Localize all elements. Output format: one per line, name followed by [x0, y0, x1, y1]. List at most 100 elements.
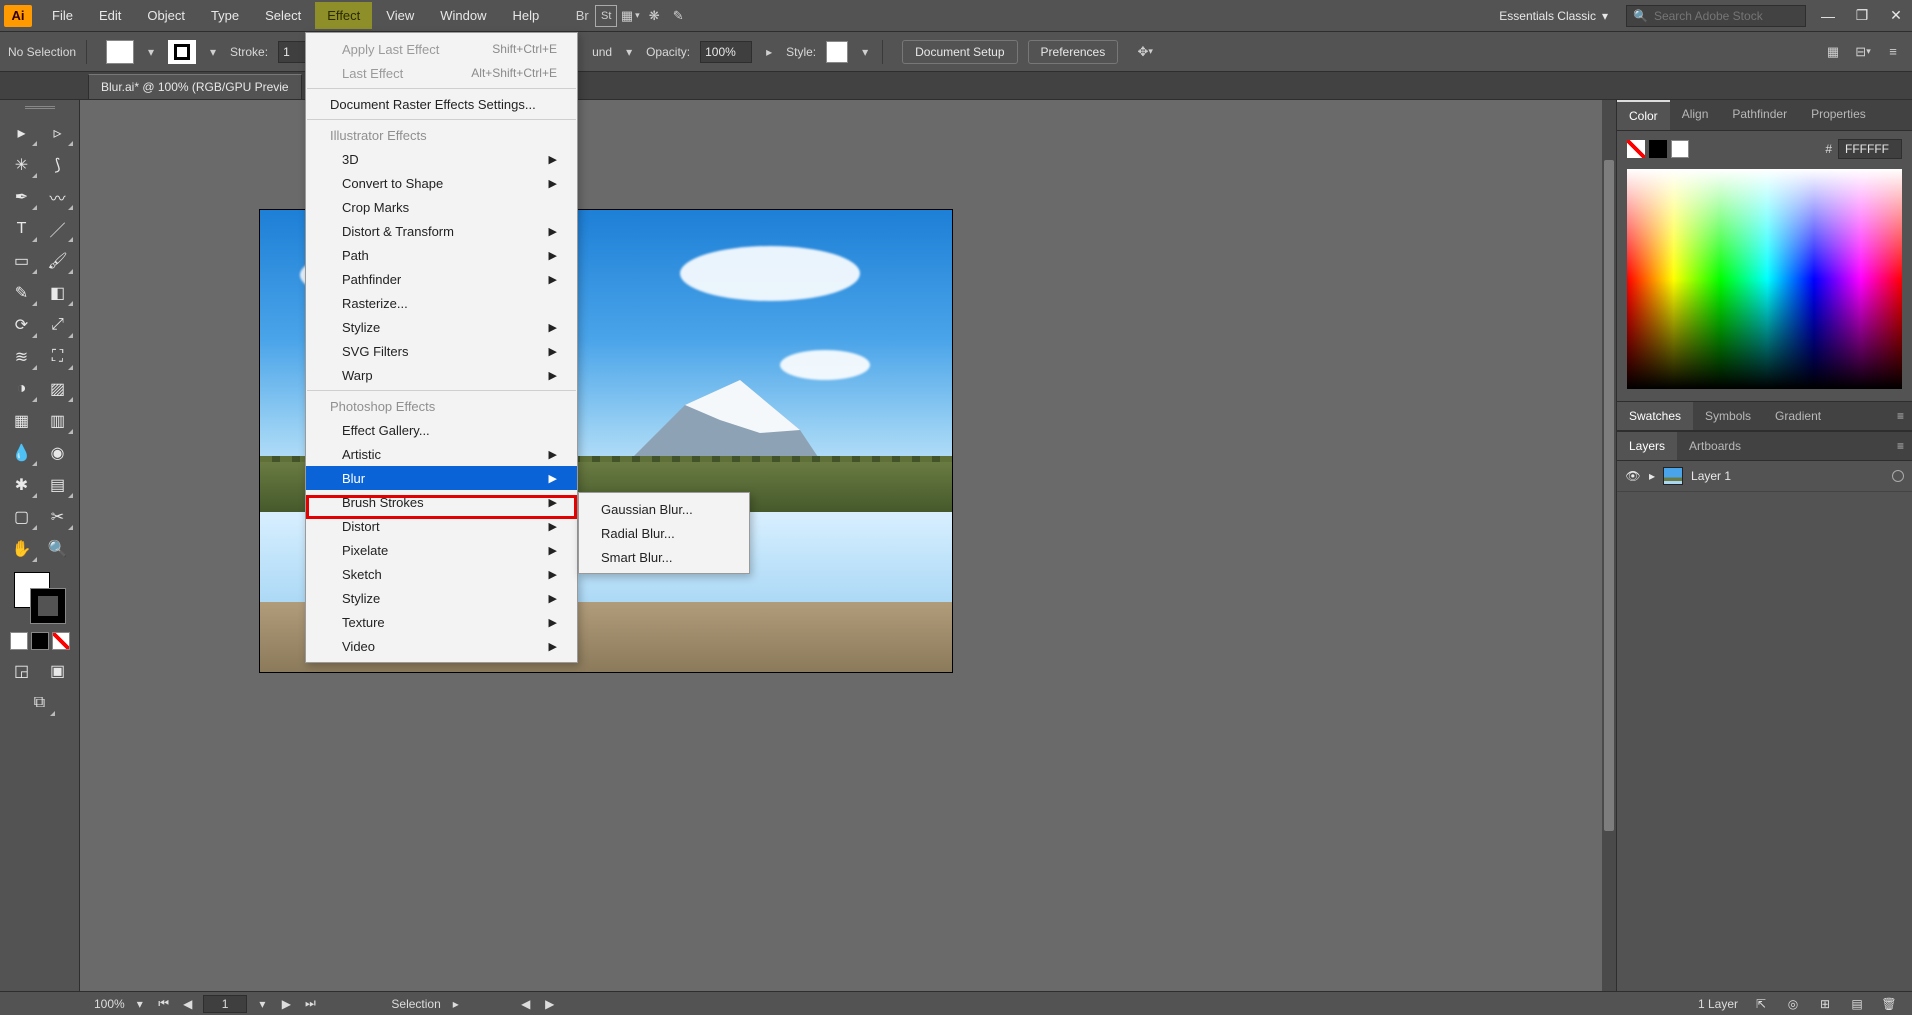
stroke-proxy[interactable]	[30, 588, 66, 624]
visibility-icon[interactable]: 👁	[1625, 469, 1641, 483]
mi-radial-blur[interactable]: Radial Blur...	[579, 521, 749, 545]
tool-symbol-sprayer[interactable]: ✱	[5, 470, 39, 500]
mi-gaussian-blur[interactable]: Gaussian Blur...	[579, 497, 749, 521]
tool-curvature[interactable]: 〰	[41, 182, 75, 212]
truncated-drop[interactable]: ▾	[622, 45, 636, 59]
gpu-icon[interactable]: ❋	[643, 5, 665, 27]
tool-mesh[interactable]: ▦	[5, 406, 39, 436]
transform-panel-icon[interactable]: ▦	[1822, 41, 1844, 63]
panel-menu-icon[interactable]: ≡	[1889, 432, 1912, 460]
tool-zoom[interactable]: 🔍	[41, 534, 75, 564]
tool-free-transform[interactable]: ⛶	[41, 342, 75, 372]
document-tab[interactable]: Blur.ai* @ 100% (RGB/GPU Previe	[88, 74, 302, 99]
workspace-switcher[interactable]: Essentials Classic ▾	[1491, 5, 1616, 27]
color-swatch-black[interactable]	[1649, 140, 1667, 158]
transform-pivot-icon[interactable]: ✥▾	[1134, 41, 1156, 63]
align-panel-icon[interactable]: ⊟▾	[1852, 41, 1874, 63]
tool-shaper[interactable]: ✎	[5, 278, 39, 308]
menu-select[interactable]: Select	[253, 2, 313, 29]
layer-target-icon[interactable]	[1892, 470, 1904, 482]
document-setup-button[interactable]: Document Setup	[902, 40, 1017, 64]
arrange-docs-icon[interactable]: ▦▾	[619, 5, 641, 27]
mi-smart-blur[interactable]: Smart Blur...	[579, 545, 749, 569]
hscroll-right[interactable]: ▶	[541, 997, 559, 1011]
mi-stylize-illustrator[interactable]: Stylize▶	[306, 315, 577, 339]
tool-pen[interactable]: ✒	[5, 182, 39, 212]
hex-field[interactable]: FFFFFF	[1838, 139, 1902, 159]
control-bar-menu-icon[interactable]: ≡	[1882, 41, 1904, 63]
tool-scale[interactable]: ⤢	[41, 310, 75, 340]
zoom-field[interactable]: 100%	[94, 997, 125, 1011]
mi-path[interactable]: Path▶	[306, 243, 577, 267]
tab-align[interactable]: Align	[1670, 100, 1721, 130]
preferences-button[interactable]: Preferences	[1028, 40, 1119, 64]
mi-svg-filters[interactable]: SVG Filters▶	[306, 339, 577, 363]
color-mode-gradient[interactable]	[31, 632, 49, 650]
vertical-scrollbar[interactable]	[1602, 100, 1616, 991]
tool-blend[interactable]: ◉	[41, 438, 75, 468]
mi-raster-settings[interactable]: Document Raster Effects Settings...	[306, 92, 577, 116]
bridge-icon[interactable]: Br	[571, 5, 593, 27]
tool-hand[interactable]: ✋	[5, 534, 39, 564]
style-dropdown[interactable]: ▾	[858, 45, 872, 59]
mi-3d[interactable]: 3D▶	[306, 147, 577, 171]
tool-rotate[interactable]: ⟳	[5, 310, 39, 340]
mi-texture[interactable]: Texture▶	[306, 610, 577, 634]
mi-rasterize[interactable]: Rasterize...	[306, 291, 577, 315]
artboard-drop[interactable]: ▾	[253, 997, 271, 1011]
screen-mode[interactable]: ⧉	[23, 688, 57, 718]
draw-mode-normal[interactable]: ◲	[5, 656, 39, 686]
tool-lasso[interactable]: ⟆	[41, 150, 75, 180]
menu-object[interactable]: Object	[135, 2, 197, 29]
stroke-swatch[interactable]	[168, 40, 196, 64]
tool-artboard[interactable]: ▢	[5, 502, 39, 532]
tool-direct-selection[interactable]: ▹	[41, 118, 75, 148]
tool-width[interactable]: ≋	[5, 342, 39, 372]
fill-swatch[interactable]	[106, 40, 134, 64]
tool-eyedropper[interactable]: 💧	[5, 438, 39, 468]
tab-symbols[interactable]: Symbols	[1693, 402, 1763, 430]
layer-row[interactable]: 👁 ▸ Layer 1	[1617, 461, 1912, 492]
menu-effect[interactable]: Effect	[315, 2, 372, 29]
tab-properties[interactable]: Properties	[1799, 100, 1878, 130]
search-input[interactable]	[1654, 9, 1799, 23]
mi-sketch[interactable]: Sketch▶	[306, 562, 577, 586]
mi-distort[interactable]: Distort▶	[306, 514, 577, 538]
tab-pathfinder[interactable]: Pathfinder	[1720, 100, 1799, 130]
menu-edit[interactable]: Edit	[87, 2, 133, 29]
tool-magic-wand[interactable]: ✳	[5, 150, 39, 180]
mi-apply-last-effect[interactable]: Apply Last EffectShift+Ctrl+E	[306, 37, 577, 61]
menu-help[interactable]: Help	[500, 2, 551, 29]
tool-slice[interactable]: ✂	[41, 502, 75, 532]
color-swatch-none[interactable]	[1627, 140, 1645, 158]
mi-blur[interactable]: Blur▶	[306, 466, 577, 490]
mi-brush-strokes[interactable]: Brush Strokes▶	[306, 490, 577, 514]
menu-window[interactable]: Window	[428, 2, 498, 29]
menu-type[interactable]: Type	[199, 2, 251, 29]
color-spectrum[interactable]	[1627, 169, 1902, 389]
export-icon[interactable]: ⇱	[1752, 997, 1770, 1011]
fill-dropdown[interactable]: ▾	[144, 45, 158, 59]
tool-eraser[interactable]: ◧	[41, 278, 75, 308]
mi-convert-to-shape[interactable]: Convert to Shape▶	[306, 171, 577, 195]
tab-layers[interactable]: Layers	[1617, 432, 1677, 460]
artboard-next[interactable]: ▶	[277, 997, 295, 1011]
mi-warp[interactable]: Warp▶	[306, 363, 577, 387]
window-minimize[interactable]: —	[1816, 8, 1840, 24]
window-close[interactable]: ✕	[1884, 7, 1908, 24]
color-mode-solid[interactable]	[10, 632, 28, 650]
color-mode-none[interactable]	[52, 632, 70, 650]
mi-artistic[interactable]: Artistic▶	[306, 442, 577, 466]
opacity-dropdown[interactable]: ▸	[762, 45, 776, 59]
menu-file[interactable]: File	[40, 2, 85, 29]
window-restore[interactable]: ❐	[1850, 7, 1874, 24]
status-info-drop[interactable]: ▸	[447, 997, 465, 1011]
style-swatch[interactable]	[826, 41, 848, 63]
tool-gradient[interactable]: ▥	[41, 406, 75, 436]
stroke-dropdown[interactable]: ▾	[206, 45, 220, 59]
fill-stroke-proxy[interactable]	[12, 570, 68, 626]
scrollbar-thumb[interactable]	[1604, 160, 1614, 831]
tool-shape-builder[interactable]: ◑	[5, 374, 39, 404]
artboard-index[interactable]: 1	[203, 995, 248, 1013]
tab-swatches[interactable]: Swatches	[1617, 402, 1693, 430]
